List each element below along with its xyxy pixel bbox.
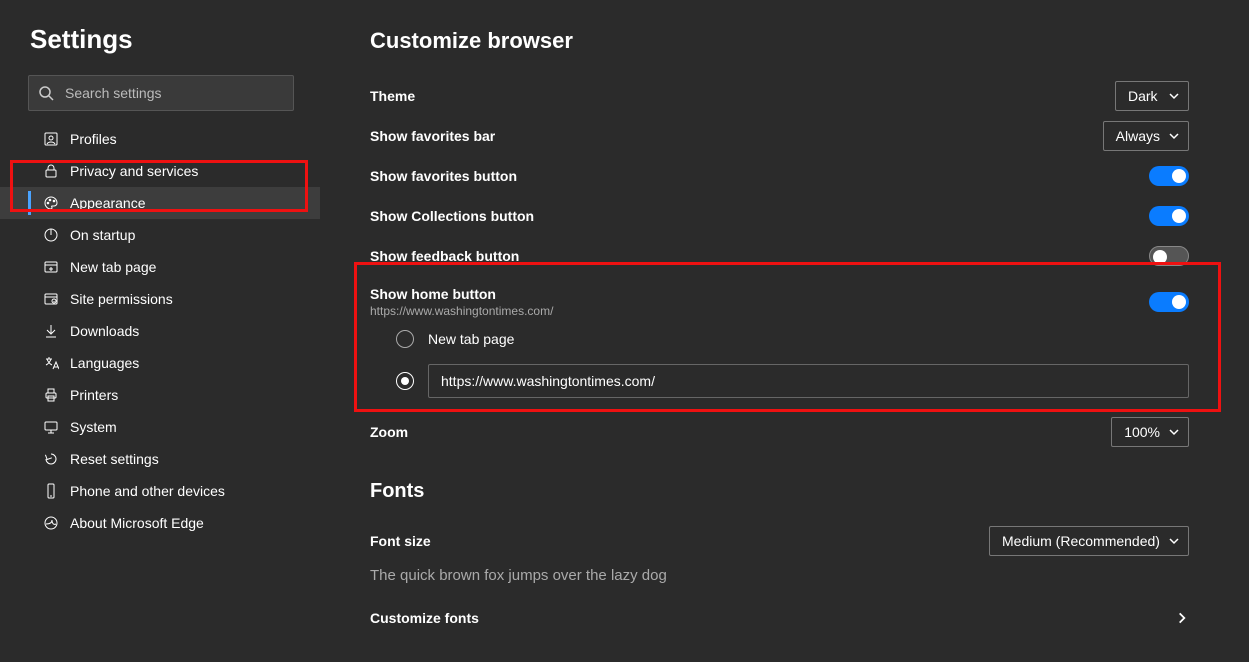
printer-icon [42, 386, 60, 404]
row-font-size: Font size Medium (Recommended) [370, 521, 1189, 561]
lock-icon [42, 162, 60, 180]
chevron-right-icon [1175, 611, 1189, 625]
sidebar-item-printers[interactable]: Printers [0, 379, 320, 411]
permissions-icon [42, 290, 60, 308]
theme-value: Dark [1128, 88, 1158, 104]
sidebar-item-system[interactable]: System [0, 411, 320, 443]
home-radio-newtab[interactable] [396, 330, 414, 348]
home-button-toggle[interactable] [1149, 292, 1189, 312]
settings-content: Customize browser Theme Dark Show favori… [320, 0, 1249, 662]
favorites-bar-value: Always [1116, 128, 1160, 144]
home-radio-url-row [370, 356, 1189, 406]
chevron-down-icon [1168, 426, 1180, 438]
search-settings-input[interactable] [28, 75, 294, 111]
home-radio-newtab-label: New tab page [428, 331, 514, 347]
sidebar-item-reset[interactable]: Reset settings [0, 443, 320, 475]
section-title-customize-browser: Customize browser [370, 28, 1189, 54]
theme-label: Theme [370, 88, 415, 104]
profile-icon [42, 130, 60, 148]
reset-icon [42, 450, 60, 468]
favorites-button-label: Show favorites button [370, 168, 517, 184]
zoom-select[interactable]: 100% [1111, 417, 1189, 447]
sidebar-item-downloads[interactable]: Downloads [0, 315, 320, 347]
language-icon [42, 354, 60, 372]
sidebar-item-profiles[interactable]: Profiles [0, 123, 320, 155]
newtab-icon [42, 258, 60, 276]
settings-nav: Profiles Privacy and services Appearance… [0, 123, 320, 539]
favorites-button-toggle[interactable] [1149, 166, 1189, 186]
font-sample-text: The quick brown fox jumps over the lazy … [370, 567, 1189, 584]
home-url-input[interactable] [428, 364, 1189, 398]
feedback-button-label: Show feedback button [370, 248, 519, 264]
font-size-value: Medium (Recommended) [1002, 533, 1160, 549]
collections-button-label: Show Collections button [370, 208, 534, 224]
row-home-button: Show home button https://www.washingtont… [370, 282, 1189, 406]
chevron-down-icon [1168, 130, 1180, 142]
sidebar-item-label: About Microsoft Edge [42, 515, 204, 531]
download-icon [42, 322, 60, 340]
feedback-button-toggle[interactable] [1149, 246, 1189, 266]
search-settings-wrap [28, 75, 294, 111]
zoom-value: 100% [1124, 424, 1160, 440]
home-button-sub: https://www.washingtontimes.com/ [370, 304, 553, 318]
sidebar-item-label: Phone and other devices [42, 483, 225, 499]
sidebar-item-startup[interactable]: On startup [0, 219, 320, 251]
power-icon [42, 226, 60, 244]
row-favorites-bar: Show favorites bar Always [370, 116, 1189, 156]
customize-fonts-link[interactable]: Customize fonts [370, 610, 1189, 626]
chevron-down-icon [1168, 535, 1180, 547]
system-icon [42, 418, 60, 436]
home-radio-newtab-row: New tab page [370, 322, 1189, 356]
home-radio-url[interactable] [396, 372, 414, 390]
favorites-bar-select[interactable]: Always [1103, 121, 1189, 151]
row-zoom: Zoom 100% [370, 412, 1189, 452]
font-size-select[interactable]: Medium (Recommended) [989, 526, 1189, 556]
palette-icon [42, 194, 60, 212]
home-button-label: Show home button [370, 286, 553, 302]
sidebar-item-appearance[interactable]: Appearance [0, 187, 320, 219]
sidebar-item-newtab[interactable]: New tab page [0, 251, 320, 283]
chevron-down-icon [1168, 90, 1180, 102]
sidebar-item-about[interactable]: About Microsoft Edge [0, 507, 320, 539]
row-collections-button: Show Collections button [370, 196, 1189, 236]
edge-icon [42, 514, 60, 532]
search-icon [38, 85, 54, 101]
sidebar-item-privacy[interactable]: Privacy and services [0, 155, 320, 187]
row-favorites-button: Show favorites button [370, 156, 1189, 196]
section-title-fonts: Fonts [370, 480, 1189, 503]
settings-sidebar: Settings Profiles Privacy and services [0, 0, 320, 662]
sidebar-item-permissions[interactable]: Site permissions [0, 283, 320, 315]
sidebar-item-phone[interactable]: Phone and other devices [0, 475, 320, 507]
favorites-bar-label: Show favorites bar [370, 128, 495, 144]
sidebar-item-label: Privacy and services [42, 163, 198, 179]
row-theme: Theme Dark [370, 76, 1189, 116]
zoom-label: Zoom [370, 424, 408, 440]
collections-button-toggle[interactable] [1149, 206, 1189, 226]
sidebar-item-languages[interactable]: Languages [0, 347, 320, 379]
customize-fonts-label: Customize fonts [370, 610, 479, 626]
row-feedback-button: Show feedback button [370, 236, 1189, 276]
phone-icon [42, 482, 60, 500]
theme-select[interactable]: Dark [1115, 81, 1189, 111]
font-size-label: Font size [370, 533, 431, 549]
settings-title: Settings [0, 24, 320, 75]
sidebar-item-label: Site permissions [42, 291, 173, 307]
